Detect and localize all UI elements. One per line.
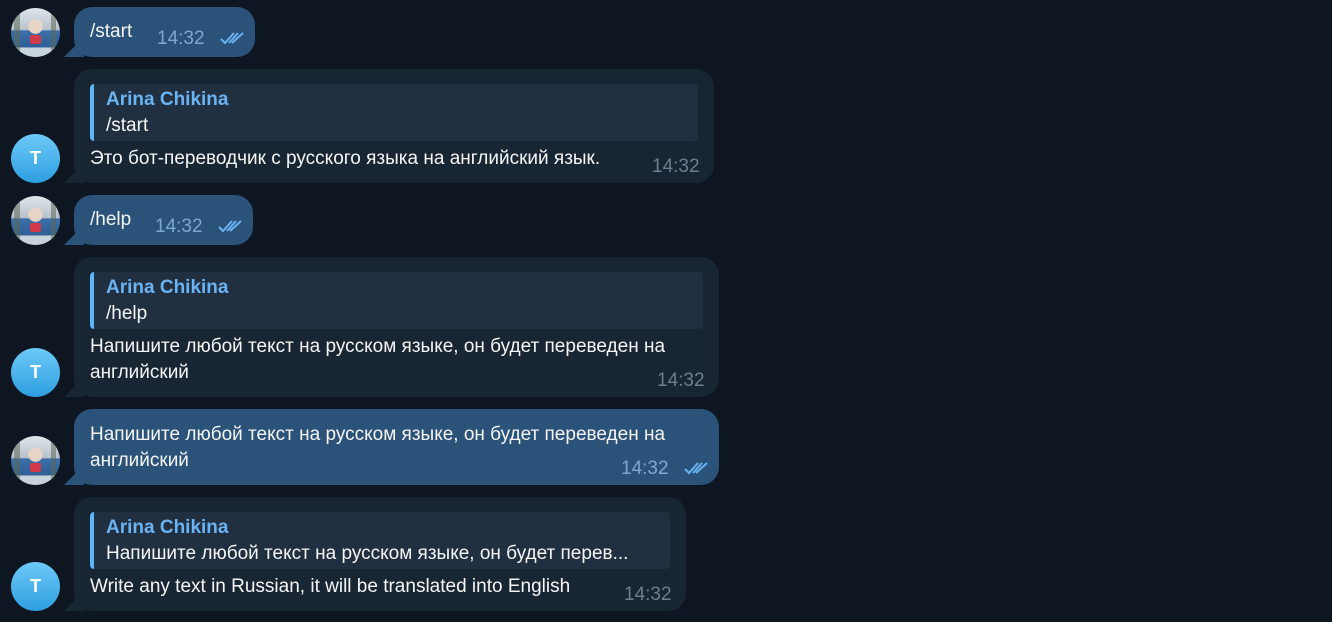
double-check-icon	[220, 32, 244, 45]
message-text-line2: английский	[90, 362, 189, 383]
message-time: 14:32	[657, 370, 705, 391]
message-time: 14:32	[624, 584, 672, 605]
reply-quote[interactable]: Arina Chikina /start	[90, 84, 698, 141]
message-text: Write any text in Russian, it will be tr…	[90, 576, 571, 597]
reply-author: Arina Chikina	[106, 517, 229, 538]
message-text-line1: Напишите любой текст на русском языке, о…	[90, 424, 666, 445]
message-time: 14:32	[157, 28, 205, 49]
reply-author: Arina Chikina	[106, 277, 229, 298]
message-time: 14:32	[155, 216, 203, 237]
message-bubble-outgoing[interactable]: /start 14:32	[64, 7, 255, 57]
chat-history[interactable]: /start 14:32 T Arina Chikina /start Это …	[0, 0, 1332, 622]
message-bubble-incoming[interactable]: Arina Chikina /start Это бот-переводчик …	[64, 69, 714, 183]
bot-avatar-letter: T	[30, 576, 41, 596]
reply-text: /start	[106, 115, 149, 136]
message-time: 14:32	[621, 458, 669, 479]
message-text-line1: Напишите любой текст на русском языке, о…	[90, 336, 666, 357]
reply-text: /help	[106, 303, 148, 324]
bot-avatar[interactable]: T	[11, 562, 60, 611]
double-check-icon	[684, 462, 708, 475]
message-text: Это бот-переводчик с русского языка на а…	[90, 148, 601, 169]
reply-text: Напишите любой текст на русском языке, о…	[106, 543, 629, 564]
user-avatar[interactable]	[11, 8, 60, 57]
user-avatar[interactable]	[11, 196, 60, 245]
bot-avatar-letter: T	[30, 148, 41, 168]
message-text: /help	[90, 209, 132, 230]
user-avatar[interactable]	[11, 436, 60, 485]
double-check-icon	[218, 220, 242, 233]
bot-avatar-letter: T	[30, 362, 41, 382]
message-time: 14:32	[652, 156, 700, 177]
message-text: /start	[90, 21, 133, 42]
message-text-line2: английский	[90, 450, 189, 471]
message-bubble-outgoing[interactable]: Напишите любой текст на русском языке, о…	[64, 409, 719, 485]
bot-avatar[interactable]: T	[11, 348, 60, 397]
message-bubble-incoming[interactable]: Arina Chikina Напишите любой текст на ру…	[64, 497, 686, 611]
bot-avatar[interactable]: T	[11, 134, 60, 183]
reply-quote[interactable]: Arina Chikina /help	[90, 272, 703, 329]
reply-author: Arina Chikina	[106, 89, 229, 110]
message-bubble-outgoing[interactable]: /help 14:32	[64, 195, 253, 245]
reply-quote[interactable]: Arina Chikina Напишите любой текст на ру…	[90, 512, 670, 569]
message-bubble-incoming[interactable]: Arina Chikina /help Напишите любой текст…	[64, 257, 719, 397]
